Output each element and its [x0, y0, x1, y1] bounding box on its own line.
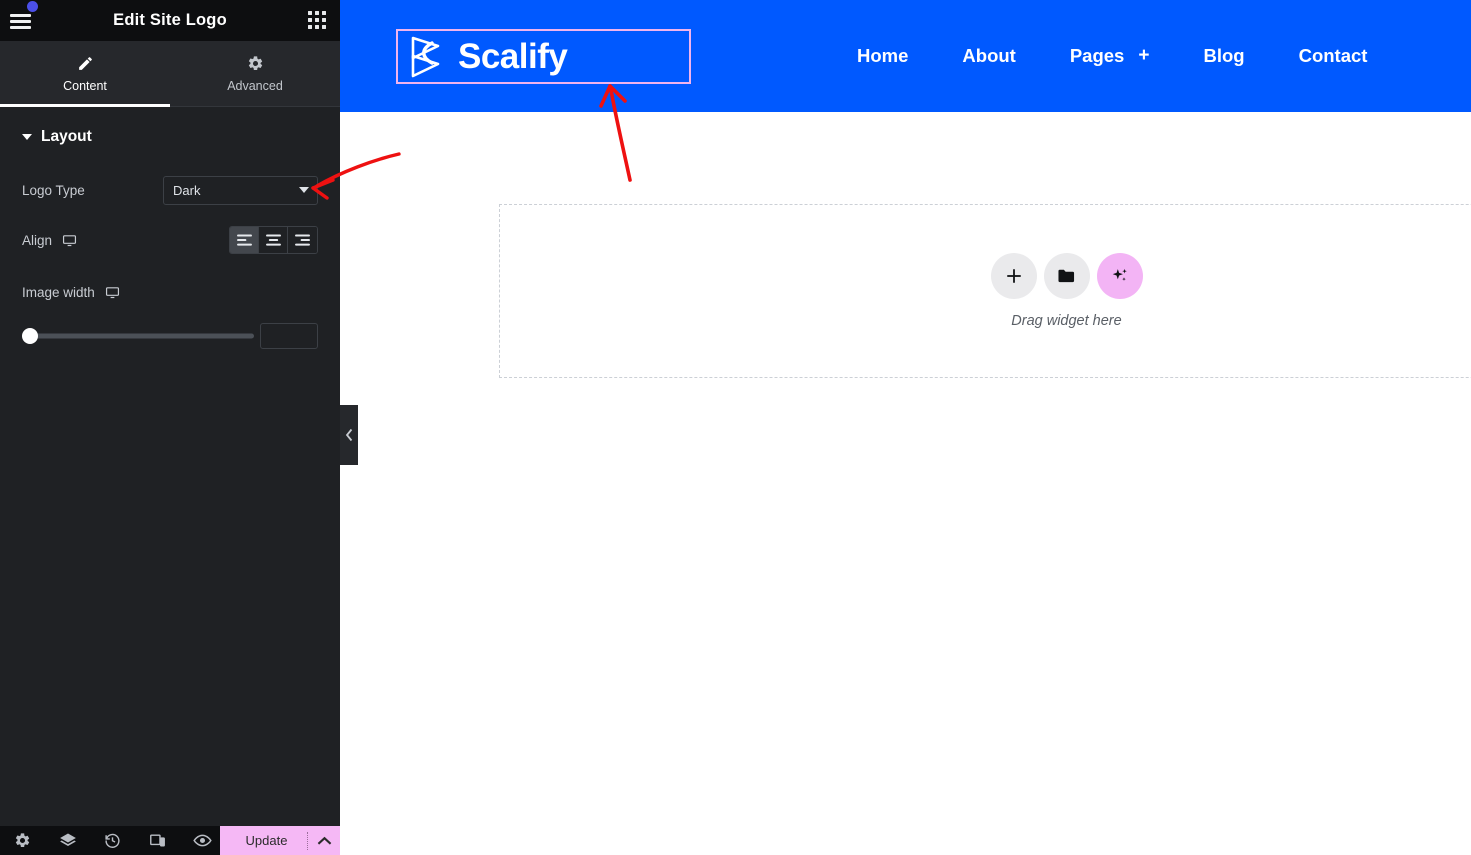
chevron-up-icon[interactable]: [308, 836, 340, 846]
image-width-label-wrap: Image width: [22, 285, 120, 300]
preview-eye-icon[interactable]: [180, 826, 225, 855]
site-header: Scalify Home About Pages + Blog Contact: [340, 0, 1471, 112]
nav-item-about[interactable]: About: [935, 45, 1042, 67]
tab-content[interactable]: Content: [0, 41, 170, 107]
apps-grid-icon[interactable]: [308, 11, 328, 31]
scalify-logo-icon: [408, 35, 446, 79]
dropzone-caption: Drag widget here: [1011, 313, 1122, 329]
panel-title: Edit Site Logo: [113, 11, 227, 29]
logo-type-value: Dark: [173, 182, 201, 198]
chevron-down-icon: [22, 134, 32, 140]
tab-content-label: Content: [63, 79, 107, 93]
align-label-wrap: Align: [22, 233, 77, 248]
desktop-icon[interactable]: [62, 233, 77, 248]
notification-dot-icon: [27, 1, 38, 12]
site-logo[interactable]: Scalify: [396, 29, 691, 84]
update-button-label: Update: [245, 833, 288, 848]
image-width-slider[interactable]: [22, 328, 254, 344]
panel-collapse-handle[interactable]: [340, 405, 358, 465]
settings-gear-icon[interactable]: [0, 826, 45, 855]
add-element-button[interactable]: [990, 253, 1037, 299]
nav-item-label: About: [962, 45, 1016, 66]
nav-item-contact[interactable]: Contact: [1272, 45, 1395, 67]
panel-tabs: Content Advanced: [0, 41, 340, 107]
hamburger-menu-icon[interactable]: [10, 10, 36, 32]
align-label: Align: [22, 232, 53, 248]
elementor-editor-panel: Edit Site Logo Content Advanced Layout L…: [0, 0, 340, 855]
align-left-button[interactable]: [230, 227, 259, 253]
image-width-input[interactable]: [260, 323, 318, 349]
desktop-icon[interactable]: [105, 285, 120, 300]
nav-item-label: Blog: [1203, 45, 1245, 66]
panel-footer-toolbar: Update: [0, 826, 340, 855]
nav-item-home[interactable]: Home: [830, 45, 935, 67]
image-width-slider-row: [22, 323, 318, 349]
nav-submenu-plus-icon[interactable]: +: [1138, 45, 1149, 67]
image-width-label: Image width: [22, 284, 95, 300]
section-layout-title: Layout: [41, 128, 92, 145]
panel-header: Edit Site Logo: [0, 0, 340, 41]
align-right-button[interactable]: [288, 227, 317, 253]
history-icon[interactable]: [90, 826, 135, 855]
control-image-width: Image width: [22, 275, 318, 309]
align-center-button[interactable]: [259, 227, 288, 253]
panel-body: Layout Logo Type Dark Align Image width: [0, 107, 340, 855]
nav-item-label: Contact: [1298, 45, 1368, 66]
logo-type-label: Logo Type: [22, 182, 85, 198]
site-navigation: Home About Pages + Blog Contact: [830, 0, 1394, 112]
widget-dropzone[interactable]: Drag widget here: [499, 204, 1471, 378]
control-align: Align: [22, 223, 318, 257]
tab-advanced-label: Advanced: [227, 79, 283, 93]
dropzone-buttons: [990, 253, 1143, 299]
site-logo-text: Scalify: [458, 36, 568, 76]
ai-builder-button[interactable]: [1096, 253, 1143, 299]
nav-item-label: Home: [857, 45, 909, 66]
nav-item-pages[interactable]: Pages +: [1043, 45, 1177, 67]
nav-item-blog[interactable]: Blog: [1176, 45, 1271, 67]
chevron-down-icon: [299, 187, 309, 193]
pencil-icon: [77, 54, 94, 72]
align-button-group: [229, 226, 318, 254]
nav-item-label: Pages: [1069, 45, 1125, 66]
editor-canvas: Scalify Home About Pages + Blog Contact: [340, 0, 1471, 855]
slider-handle[interactable]: [22, 328, 38, 344]
responsive-mode-icon[interactable]: [135, 826, 180, 855]
navigator-layers-icon[interactable]: [45, 826, 90, 855]
logo-type-select[interactable]: Dark: [163, 175, 318, 205]
section-layout: Layout Logo Type Dark Align Image width: [0, 107, 340, 349]
section-layout-header[interactable]: Layout: [22, 107, 318, 167]
add-template-button[interactable]: [1043, 253, 1090, 299]
tab-advanced[interactable]: Advanced: [170, 41, 340, 106]
update-button[interactable]: Update: [220, 826, 340, 855]
slider-track: [22, 333, 254, 339]
gear-icon: [247, 54, 264, 72]
control-logo-type: Logo Type Dark: [22, 173, 318, 207]
